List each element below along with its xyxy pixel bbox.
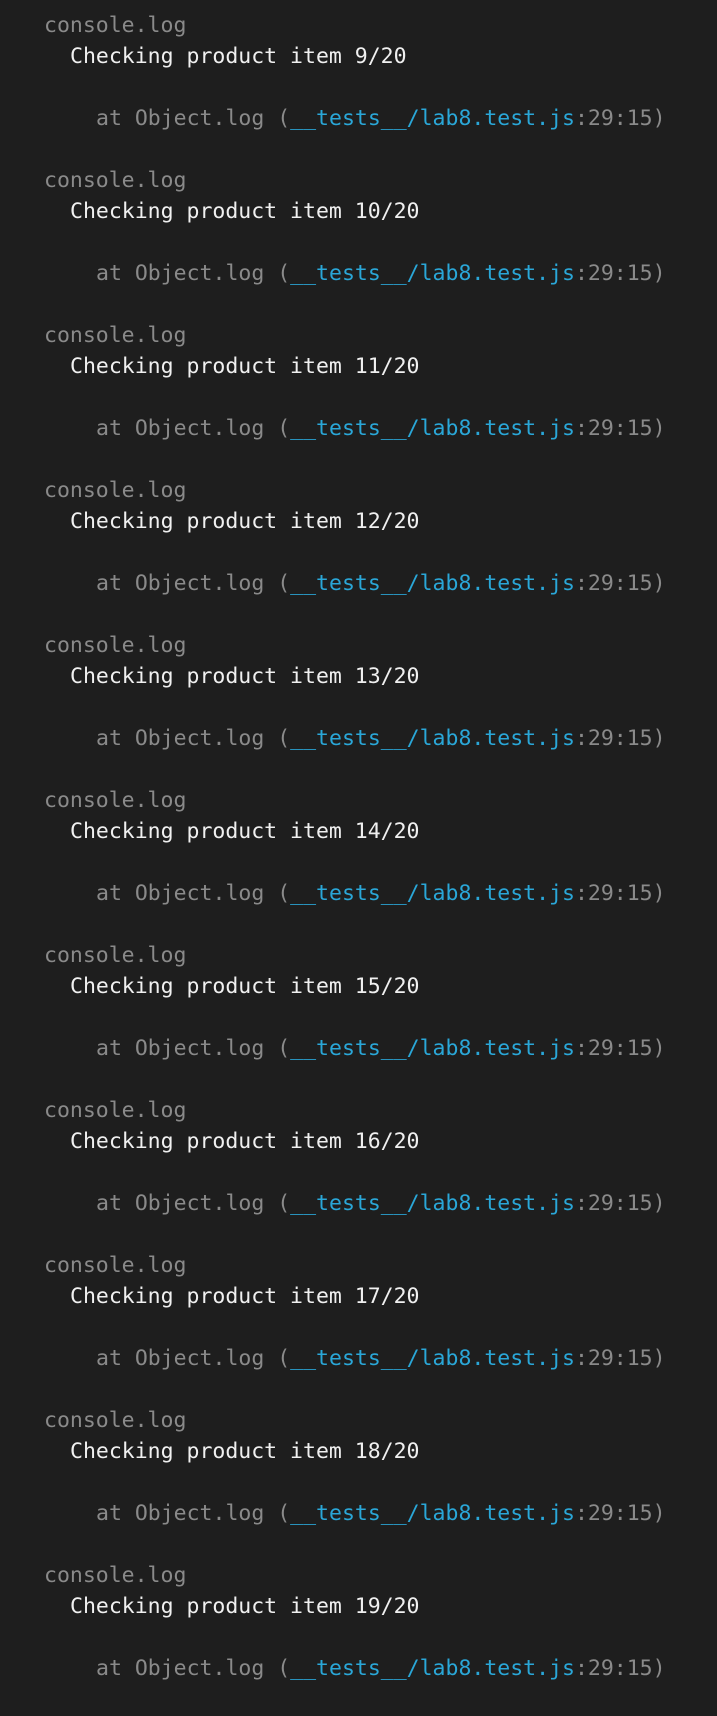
file-link[interactable]: __tests__/lab8.test.js [290,881,575,906]
log-source: console.log [44,168,187,193]
log-message: Checking product item 15/20 [70,974,420,999]
file-link[interactable]: __tests__/lab8.test.js [290,1346,575,1371]
stack-trace-line: at Object.log (__tests__/lab8.test.js:29… [0,1188,717,1219]
stack-trace-location: :29:15) [574,416,666,441]
log-message: Checking product item 17/20 [70,1284,420,1309]
stack-trace-location: :29:15) [574,1501,666,1526]
stack-trace-line: at Object.log (__tests__/lab8.test.js:29… [0,1343,717,1374]
log-source: console.log [44,1098,187,1123]
stack-trace-prefix: at Object.log ( [96,1656,291,1681]
file-link[interactable]: __tests__/lab8.test.js [290,1501,575,1526]
stack-trace-prefix: at Object.log ( [96,881,291,906]
stack-trace-location: :29:15) [574,726,666,751]
file-link[interactable]: __tests__/lab8.test.js [290,726,575,751]
file-link[interactable]: __tests__/lab8.test.js [290,1656,575,1681]
log-source: console.log [44,943,187,968]
log-source: console.log [44,1408,187,1433]
log-entry: console.log Checking product item 11/20 … [0,320,717,475]
log-source: console.log [44,633,187,658]
log-entry: console.log Checking product item 14/20 … [0,785,717,940]
stack-trace-location: :29:15) [574,261,666,286]
log-entry: console.log Checking product item 12/20 … [0,475,717,630]
stack-trace-line: at Object.log (__tests__/lab8.test.js:29… [0,878,717,909]
log-entry: console.log Checking product item 16/20 … [0,1095,717,1250]
stack-trace-prefix: at Object.log ( [96,1346,291,1371]
log-entry: console.log Checking product item 18/20 … [0,1405,717,1560]
stack-trace-location: :29:15) [574,1036,666,1061]
log-entry: console.log Checking product item 17/20 … [0,1250,717,1405]
stack-trace-line: at Object.log (__tests__/lab8.test.js:29… [0,1653,717,1684]
log-message: Checking product item 13/20 [70,664,420,689]
log-source: console.log [44,323,187,348]
stack-trace-prefix: at Object.log ( [96,1036,291,1061]
stack-trace-prefix: at Object.log ( [96,571,291,596]
log-message: Checking product item 10/20 [70,199,420,224]
log-message: Checking product item 16/20 [70,1129,420,1154]
stack-trace-line: at Object.log (__tests__/lab8.test.js:29… [0,413,717,444]
stack-trace-prefix: at Object.log ( [96,261,291,286]
log-message: Checking product item 9/20 [70,44,407,69]
log-message: Checking product item 14/20 [70,819,420,844]
stack-trace-location: :29:15) [574,1656,666,1681]
log-entry: console.log Checking product item 10/20 … [0,165,717,320]
stack-trace-line: at Object.log (__tests__/lab8.test.js:29… [0,723,717,754]
stack-trace-location: :29:15) [574,106,666,131]
stack-trace-prefix: at Object.log ( [96,1501,291,1526]
log-source: console.log [44,788,187,813]
stack-trace-location: :29:15) [574,881,666,906]
file-link[interactable]: __tests__/lab8.test.js [290,1191,575,1216]
terminal-output: console.log Checking product item 9/20 a… [0,0,717,1716]
stack-trace-prefix: at Object.log ( [96,416,291,441]
log-source: console.log [44,1563,187,1588]
stack-trace-prefix: at Object.log ( [96,1191,291,1216]
stack-trace-line: at Object.log (__tests__/lab8.test.js:29… [0,1498,717,1529]
file-link[interactable]: __tests__/lab8.test.js [290,261,575,286]
log-entry: console.log Checking product item 9/20 a… [0,10,717,165]
stack-trace-line: at Object.log (__tests__/lab8.test.js:29… [0,1033,717,1064]
file-link[interactable]: __tests__/lab8.test.js [290,106,575,131]
log-entry: console.log Checking product item 15/20 … [0,940,717,1095]
stack-trace-line: at Object.log (__tests__/lab8.test.js:29… [0,568,717,599]
log-entry: console.log Checking product item 19/20 … [0,1560,717,1715]
log-source: console.log [44,13,187,38]
stack-trace-location: :29:15) [574,1346,666,1371]
stack-trace-location: :29:15) [574,571,666,596]
file-link[interactable]: __tests__/lab8.test.js [290,1036,575,1061]
stack-trace-location: :29:15) [574,1191,666,1216]
log-message: Checking product item 18/20 [70,1439,420,1464]
stack-trace-line: at Object.log (__tests__/lab8.test.js:29… [0,258,717,289]
log-source: console.log [44,1253,187,1278]
file-link[interactable]: __tests__/lab8.test.js [290,571,575,596]
log-source: console.log [44,478,187,503]
log-message: Checking product item 11/20 [70,354,420,379]
file-link[interactable]: __tests__/lab8.test.js [290,416,575,441]
log-message: Checking product item 19/20 [70,1594,420,1619]
stack-trace-prefix: at Object.log ( [96,106,291,131]
log-entry: console.log Checking product item 13/20 … [0,630,717,785]
log-message: Checking product item 12/20 [70,509,420,534]
stack-trace-prefix: at Object.log ( [96,726,291,751]
stack-trace-line: at Object.log (__tests__/lab8.test.js:29… [0,103,717,134]
